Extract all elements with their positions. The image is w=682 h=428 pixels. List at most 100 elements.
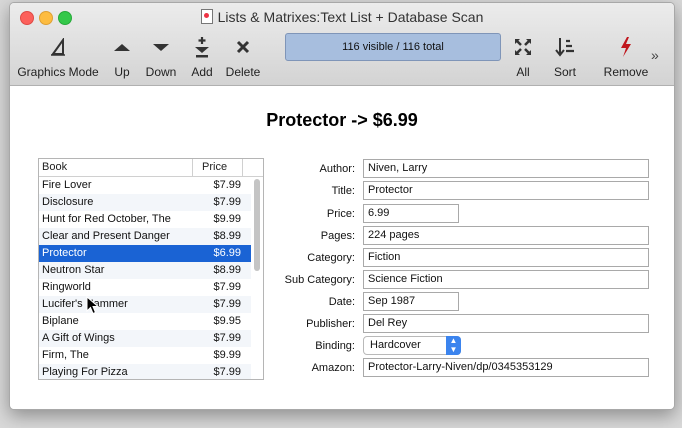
price-cell: $7.99 [213,366,241,378]
book-cell: Neutron Star [42,264,105,276]
price-field[interactable]: 6.99 [363,204,459,223]
document-icon [200,9,213,24]
down-button[interactable]: Down [143,35,179,79]
pages-field[interactable]: 224 pages [363,226,649,245]
binding-select[interactable]: Hardcover ▲ ▼ [363,336,461,355]
price-cell: $7.99 [213,179,241,191]
column-divider [192,159,193,176]
mouse-pointer-icon [86,296,100,315]
table-row[interactable]: Playing For Pizza $7.99 [39,364,251,379]
column-header-price[interactable]: Price [202,161,227,173]
amazon-label: Amazon: [311,362,355,374]
triangle-ruler-icon [16,35,100,59]
column-header-book[interactable]: Book [42,161,67,173]
book-cell: Hunt for Red October, The [42,213,171,225]
title-field[interactable]: Protector [363,181,649,200]
table-row[interactable]: Disclosure $7.99 [39,194,251,211]
publisher-field[interactable]: Del Rey [363,314,649,333]
pages-label: Pages: [320,230,355,242]
publisher-label: Publisher: [306,318,355,330]
delete-button[interactable]: Delete [223,35,263,79]
table-row[interactable]: Hunt for Red October, The $9.99 [39,211,251,228]
date-label: Date: [328,296,355,308]
book-cell: Protector [42,247,87,259]
book-list-table[interactable]: Book Price Fire Lover $7.99 Disclosure $7.… [38,158,264,380]
category-field[interactable]: Fiction [363,248,649,267]
amazon-field[interactable]: Protector-Larry-Niven/dp/0345353129 [363,358,649,377]
sort-icon [548,35,582,59]
titlebar-toolbar: Lists & Matrixes:Text List + Database Sc… [10,3,674,86]
price-cell: $9.99 [213,213,241,225]
price-cell: $9.99 [213,349,241,361]
selected-record-heading: Protector -> $6.99 [266,110,418,130]
graphics-mode-button[interactable]: Graphics Mode [16,35,100,79]
down-label: Down [145,65,177,79]
add-button[interactable]: Add [189,35,215,79]
book-cell: A Gift of Wings [42,332,115,344]
binding-selected-value: Hardcover [370,339,421,351]
author-field[interactable]: Niven, Larry [363,159,649,178]
overflow-glyph: » [651,47,659,63]
show-all-button[interactable]: All [510,35,536,79]
date-field[interactable]: Sep 1987 [363,292,459,311]
delete-label: Delete [225,65,261,79]
window-title: Lists & Matrixes:Text List + Database Sc… [10,9,674,25]
graphics-mode-label: Graphics Mode [17,65,99,79]
book-cell: Disclosure [42,196,94,208]
up-arrow-icon [109,35,135,59]
table-row[interactable]: Fire Lover $7.99 [39,177,251,194]
up-label: Up [114,65,130,79]
window-title-text: Lists & Matrixes:Text List + Database Sc… [217,9,484,25]
table-row[interactable]: Clear and Present Danger $8.99 [39,228,251,245]
table-header: Book Price [39,159,263,177]
book-cell: Firm, The [42,349,89,361]
remove-label: Remove [603,65,649,79]
table-row[interactable]: Neutron Star $8.99 [39,262,251,279]
expand-arrows-icon [510,35,536,59]
book-cell: Playing For Pizza [42,366,128,378]
toolbar-overflow-chevron-icon[interactable]: » [651,47,659,63]
record-count-text: 116 visible / 116 total [342,41,444,53]
content-area: Protector -> $6.99 Book Price Fire Lover… [10,86,674,409]
add-label: Add [191,65,213,79]
author-label: Author: [319,163,355,175]
app-window: Lists & Matrixes:Text List + Database Sc… [9,2,675,410]
lightning-bolt-icon [602,35,650,59]
book-cell: Ringworld [42,281,91,293]
title-label: Title: [331,185,355,197]
price-cell: $8.99 [213,264,241,276]
price-cell: $6.99 [213,247,241,259]
sort-label: Sort [553,65,576,79]
record-count-status: 116 visible / 116 total [285,33,501,61]
add-row-icon [189,35,215,59]
price-cell: $7.99 [213,281,241,293]
sub-category-field[interactable]: Science Fiction [363,270,649,289]
book-cell: Fire Lover [42,179,92,191]
sort-button[interactable]: Sort [548,35,582,79]
delete-x-icon [223,35,263,59]
price-cell: $7.99 [213,196,241,208]
book-cell: Clear and Present Danger [42,230,170,242]
remove-button[interactable]: Remove [602,35,650,79]
table-row[interactable]: Biplane $9.95 [39,313,251,330]
binding-label: Binding: [315,340,355,352]
price-cell: $9.95 [213,315,241,327]
updown-chevron-icon: ▲ ▼ [446,336,461,355]
category-label: Category: [307,252,355,264]
up-button[interactable]: Up [109,35,135,79]
all-label: All [516,65,530,79]
table-row-selected[interactable]: Protector $6.99 [39,245,251,262]
book-cell: Biplane [42,315,79,327]
price-cell: $7.99 [213,298,241,310]
table-row[interactable]: Lucifer's Hammer $7.99 [39,296,251,313]
book-cell: Lucifer's Hammer [42,298,128,310]
sub-category-label: Sub Category: [284,274,355,286]
table-row[interactable]: A Gift of Wings $7.99 [39,330,251,347]
price-label: Price: [326,208,355,220]
down-arrow-icon [143,35,179,59]
table-rows: Fire Lover $7.99 Disclosure $7.99 Hunt for… [39,177,251,379]
table-row[interactable]: Ringworld $7.99 [39,279,251,296]
price-cell: $7.99 [213,332,241,344]
table-row[interactable]: Firm, The $9.99 [39,347,251,364]
price-cell: $8.99 [213,230,241,242]
